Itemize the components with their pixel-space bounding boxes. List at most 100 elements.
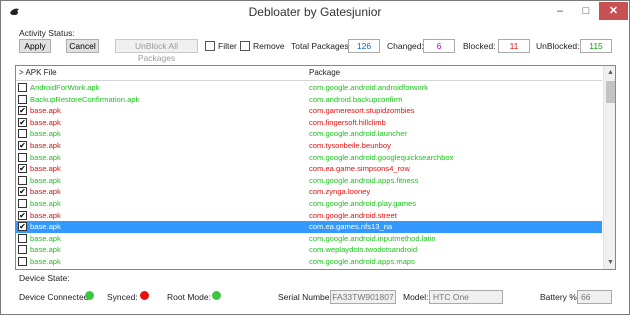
row-checkbox[interactable] bbox=[18, 83, 27, 92]
package-cell: com.android.backupconfirm bbox=[309, 94, 403, 104]
package-cell: com.tysonbeile.beunboy bbox=[309, 140, 391, 150]
battery-label: Battery %: bbox=[540, 292, 580, 302]
table-row[interactable]: ✔ base.apk com.google.android.street bbox=[16, 210, 602, 222]
row-checkbox[interactable]: ✔ bbox=[18, 117, 27, 127]
serial-number-value: FA33TW901807 bbox=[330, 290, 396, 304]
apk-file-cell: base.apk bbox=[30, 233, 61, 243]
title-bar[interactable]: Debloater by Gatesjunior – □ ✕ bbox=[1, 1, 629, 25]
table-row[interactable]: BackupRestoreConfirmation.apk com.android… bbox=[16, 94, 602, 106]
apk-file-cell: base.apk bbox=[30, 187, 61, 197]
row-checkbox[interactable]: ✔ bbox=[18, 140, 27, 150]
package-cell: com.google.android.street bbox=[309, 210, 397, 220]
synced-label: Synced: bbox=[107, 292, 138, 302]
activity-status-label: Activity Status: bbox=[19, 28, 75, 38]
package-cell: com.ea.games.nfs13_na bbox=[309, 222, 393, 232]
apk-file-cell: base.apk bbox=[30, 245, 61, 255]
unblocked-value: 115 bbox=[580, 39, 612, 53]
apk-file-cell: base.apk bbox=[30, 106, 61, 116]
column-apk-file[interactable]: > APK File bbox=[19, 68, 57, 77]
package-rows: AndroidForWork.apk com.google.android.and… bbox=[16, 82, 602, 270]
model-label: Model: bbox=[403, 292, 429, 302]
blocked-label: Blocked: bbox=[463, 41, 496, 51]
apk-file-cell: base.apk bbox=[30, 164, 61, 174]
scroll-up-icon[interactable]: ▲ bbox=[604, 66, 615, 79]
table-row[interactable]: base.apk com.google.android.apps.messagin… bbox=[16, 268, 602, 270]
row-checkbox[interactable] bbox=[18, 152, 27, 162]
table-row[interactable]: base.apk com.google.android.apps.maps bbox=[16, 256, 602, 268]
package-cell: com.google.android.inputmethod.latin bbox=[309, 233, 436, 243]
row-checkbox[interactable]: ✔ bbox=[18, 222, 27, 232]
table-row[interactable]: ✔ base.apk com.tysonbeile.beunboy bbox=[16, 140, 602, 152]
scroll-down-icon[interactable]: ▼ bbox=[604, 256, 615, 269]
package-cell: com.ea.game.simpsons4_row bbox=[309, 164, 410, 174]
row-checkbox[interactable]: ✔ bbox=[18, 210, 27, 220]
row-checkbox[interactable] bbox=[18, 129, 27, 139]
total-packages-label: Total Packages: bbox=[291, 41, 352, 51]
window-title: Debloater by Gatesjunior bbox=[248, 5, 382, 19]
changed-label: Changed: bbox=[387, 41, 424, 51]
table-row[interactable]: base.apk com.google.android.apps.fitness bbox=[16, 175, 602, 187]
synced-indicator bbox=[140, 291, 149, 300]
close-icon[interactable]: ✕ bbox=[599, 2, 628, 20]
package-cell: com.fingersoft.hillclimb bbox=[309, 117, 386, 127]
table-row[interactable]: ✔ base.apk com.gameresort.stupidzombies bbox=[16, 105, 602, 117]
apk-file-cell: AndroidForWork.apk bbox=[30, 83, 100, 92]
apk-file-cell: base.apk bbox=[30, 129, 61, 139]
apply-button[interactable]: Apply bbox=[19, 39, 51, 53]
unblock-all-button[interactable]: UnBlock All Packages bbox=[115, 39, 198, 63]
remove-checkbox[interactable] bbox=[240, 41, 250, 51]
apk-file-cell: base.apk bbox=[30, 268, 61, 270]
package-cell: com.zynga.looney bbox=[309, 187, 371, 197]
scroll-thumb[interactable] bbox=[606, 81, 615, 103]
package-cell: com.google.android.apps.messaging bbox=[309, 268, 433, 270]
apk-file-cell: base.apk bbox=[30, 210, 61, 220]
row-checkbox[interactable] bbox=[18, 94, 27, 104]
remove-label: Remove bbox=[253, 41, 285, 51]
row-checkbox[interactable] bbox=[18, 268, 27, 269]
table-row[interactable]: ✔ base.apk com.zynga.looney bbox=[16, 186, 602, 198]
table-row[interactable]: base.apk com.weplaydots.twodotsandroid bbox=[16, 244, 602, 256]
table-row[interactable]: base.apk com.google.android.inputmethod.l… bbox=[16, 233, 602, 245]
table-row[interactable]: ✔ base.apk com.ea.game.simpsons4_row bbox=[16, 163, 602, 175]
apk-file-cell: base.apk bbox=[30, 256, 61, 266]
root-mode-indicator bbox=[212, 291, 221, 300]
filter-checkbox[interactable] bbox=[205, 41, 215, 51]
column-package[interactable]: Package bbox=[309, 68, 340, 77]
device-state-label: Device State: bbox=[19, 273, 70, 283]
table-row[interactable]: base.apk com.google.android.launcher bbox=[16, 128, 602, 140]
row-checkbox[interactable] bbox=[18, 256, 27, 266]
device-connected-indicator bbox=[85, 291, 94, 300]
apk-file-cell: BackupRestoreConfirmation.apk bbox=[30, 94, 140, 104]
table-row[interactable]: ✔ base.apk com.ea.games.nfs13_na bbox=[16, 221, 602, 233]
apk-file-cell: base.apk bbox=[30, 140, 61, 150]
cancel-button[interactable]: Cancel bbox=[66, 39, 99, 53]
row-checkbox[interactable]: ✔ bbox=[18, 106, 27, 116]
table-row[interactable]: base.apk com.google.android.play.games bbox=[16, 198, 602, 210]
filter-label: Filter bbox=[218, 41, 237, 51]
changed-value: 6 bbox=[423, 39, 455, 53]
apk-file-cell: base.apk bbox=[30, 198, 61, 208]
row-checkbox[interactable] bbox=[18, 175, 27, 185]
row-checkbox[interactable] bbox=[18, 198, 27, 208]
vertical-scrollbar[interactable]: ▲ ▼ bbox=[603, 66, 615, 269]
table-row[interactable]: base.apk com.google.android.googlequickse… bbox=[16, 152, 602, 164]
row-checkbox[interactable] bbox=[18, 233, 27, 243]
table-row[interactable]: AndroidForWork.apk com.google.android.and… bbox=[16, 82, 602, 94]
apk-file-cell: base.apk bbox=[30, 152, 61, 162]
table-row[interactable]: ✔ base.apk com.fingersoft.hillclimb bbox=[16, 117, 602, 129]
package-cell: com.gameresort.stupidzombies bbox=[309, 106, 415, 116]
row-checkbox[interactable] bbox=[18, 245, 27, 255]
package-cell: com.google.android.androidforwork bbox=[309, 83, 429, 92]
row-checkbox[interactable]: ✔ bbox=[18, 164, 27, 174]
total-packages-value: 126 bbox=[348, 39, 380, 53]
minimize-icon[interactable]: – bbox=[547, 2, 573, 20]
package-cell: com.google.android.launcher bbox=[309, 129, 407, 139]
model-value: HTC One bbox=[429, 290, 503, 304]
maximize-icon[interactable]: □ bbox=[573, 2, 599, 20]
app-window: Debloater by Gatesjunior – □ ✕ Activity … bbox=[0, 0, 630, 315]
package-table[interactable]: > APK File Package AndroidForWork.apk com… bbox=[15, 65, 616, 270]
blocked-value: 11 bbox=[498, 39, 530, 53]
apk-file-cell: base.apk bbox=[30, 117, 61, 127]
row-checkbox[interactable]: ✔ bbox=[18, 187, 27, 197]
apk-file-cell: base.apk bbox=[30, 222, 61, 232]
